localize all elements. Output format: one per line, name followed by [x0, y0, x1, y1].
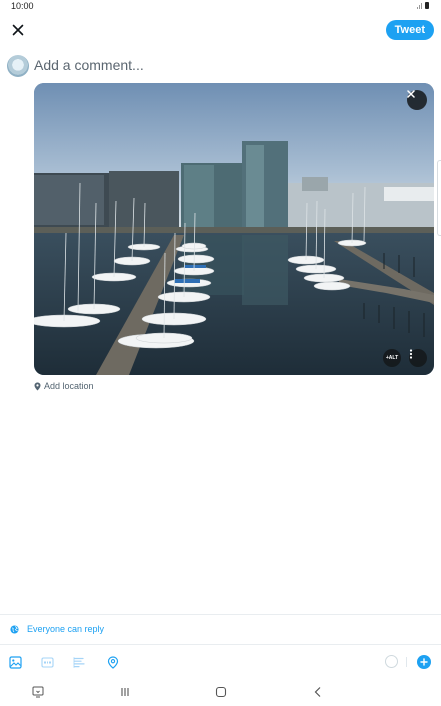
image-icon — [8, 655, 22, 669]
more-vertical-icon — [409, 349, 413, 359]
system-navigation-bar — [0, 681, 441, 703]
poll-icon — [73, 656, 85, 668]
home-icon — [215, 686, 227, 698]
compose-header: Tweet — [0, 18, 441, 44]
status-bar: 10:00 — [0, 0, 441, 14]
battery-icon — [425, 2, 429, 9]
character-count-ring — [385, 655, 398, 668]
location-pin-icon — [34, 382, 41, 390]
add-location-button[interactable] — [106, 655, 120, 669]
back-button[interactable] — [311, 685, 325, 699]
reply-setting-label: Everyone can reply — [27, 624, 105, 634]
comment-input[interactable]: Add a comment... — [34, 57, 144, 73]
add-location[interactable]: Add location — [34, 381, 94, 391]
close-button[interactable] — [8, 20, 28, 40]
harbor-photo — [34, 83, 434, 375]
add-location-label: Add location — [44, 381, 94, 391]
home-button[interactable] — [214, 685, 228, 699]
add-thread-button[interactable] — [417, 655, 431, 669]
globe-icon — [10, 624, 19, 634]
avatar[interactable] — [7, 55, 29, 77]
close-icon — [12, 24, 24, 36]
edge-panel-handle[interactable] — [437, 160, 441, 236]
recent-apps-icon — [121, 688, 129, 696]
add-poll-button[interactable] — [72, 655, 86, 669]
keyboard-switch-button[interactable] — [31, 685, 45, 699]
reply-setting[interactable]: Everyone can reply — [10, 624, 104, 634]
keyboard-icon — [32, 686, 44, 698]
tweet-button[interactable]: Tweet — [385, 20, 434, 40]
status-icons — [417, 2, 429, 9]
remove-media-button[interactable] — [407, 90, 427, 110]
status-time: 10:00 — [11, 1, 34, 11]
compose-toolbar — [0, 652, 441, 672]
divider-top — [0, 614, 441, 615]
divider-bottom — [0, 644, 441, 645]
location-icon — [107, 655, 119, 669]
toolbar-separator — [406, 657, 407, 667]
add-image-button[interactable] — [8, 655, 22, 669]
signal-icon — [417, 3, 422, 9]
media-options-button[interactable] — [409, 349, 427, 367]
composer: Add a comment... — [0, 54, 441, 78]
attached-photo[interactable]: +ALT — [34, 83, 434, 375]
gif-icon — [40, 656, 54, 668]
back-icon — [314, 687, 321, 697]
close-icon — [407, 90, 415, 98]
recent-apps-button[interactable] — [118, 685, 132, 699]
add-gif-button[interactable] — [40, 655, 54, 669]
plus-icon — [420, 658, 428, 666]
alt-text-button[interactable]: +ALT — [383, 349, 401, 367]
